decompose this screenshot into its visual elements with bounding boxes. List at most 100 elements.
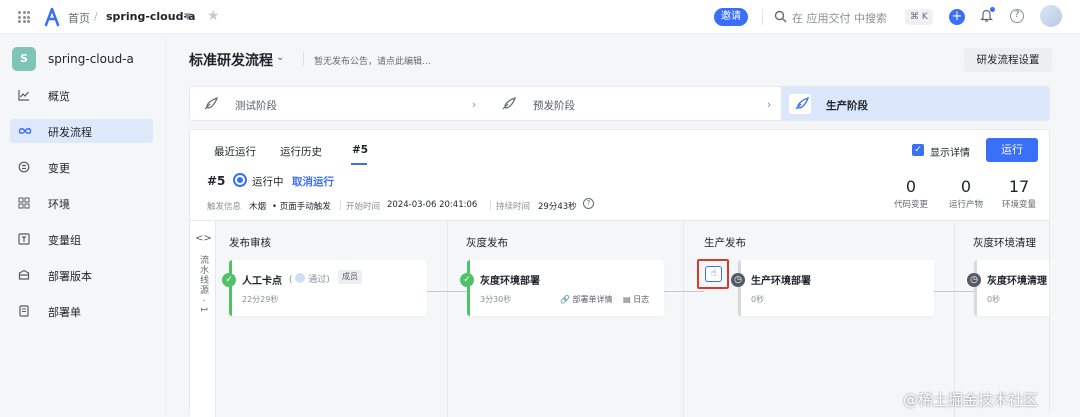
user-avatar[interactable] bbox=[1040, 5, 1062, 27]
tab-indicator bbox=[351, 163, 367, 165]
project-dropdown-icon[interactable]: ▼ bbox=[184, 12, 191, 22]
sidebar-item-label: 环境 bbox=[48, 198, 70, 211]
run-button[interactable]: 运行 bbox=[986, 138, 1038, 162]
deploy-order-details-link[interactable]: 🔗 部署单详情 bbox=[560, 294, 613, 305]
project-avatar[interactable]: S bbox=[12, 47, 36, 71]
column-divider bbox=[683, 221, 684, 417]
column-divider bbox=[954, 221, 955, 417]
column-header: 生产发布 bbox=[704, 237, 746, 249]
stage-bar: 测试阶段 › 预发阶段 › 生产阶段 bbox=[189, 86, 1050, 121]
run-panel: 最近运行 运行历史 #5 ✓ 显示详情 运行 #5 运行中 取消运行 触发信息 … bbox=[189, 129, 1050, 417]
invite-button[interactable]: 邀请 bbox=[714, 8, 748, 26]
sidebar-item-environments[interactable]: 环境 bbox=[10, 191, 153, 215]
grid-icon bbox=[18, 197, 30, 209]
app-grid-icon[interactable] bbox=[18, 11, 30, 23]
chevron-down-icon[interactable]: ⌄ bbox=[276, 52, 284, 63]
stat-artifacts-label: 运行产物 bbox=[948, 200, 983, 210]
watermark: @稀土掘金技术社区 bbox=[903, 391, 1039, 409]
cancel-run-link[interactable]: 取消运行 bbox=[292, 174, 334, 189]
duration-value: 29分43秒 bbox=[538, 202, 577, 212]
sidebar-item-variable-groups[interactable]: 变量组 bbox=[10, 227, 153, 251]
sidebar-item-overview[interactable]: 概览 bbox=[10, 83, 153, 107]
show-details-label[interactable]: 显示详情 bbox=[930, 144, 970, 159]
page-title[interactable]: 标准研发流程 bbox=[189, 50, 273, 70]
show-details-checkbox[interactable]: ✓ bbox=[912, 144, 924, 156]
job-duration: 0秒 bbox=[987, 295, 1001, 304]
run-status: 运行中 bbox=[252, 176, 284, 188]
chevron-right-icon: › bbox=[767, 98, 772, 111]
sidebar-item-deploy-versions[interactable]: 部署版本 bbox=[10, 263, 153, 287]
document-icon bbox=[19, 305, 29, 317]
sidebar-item-label: 变量组 bbox=[48, 234, 81, 247]
breadcrumb-separator: / bbox=[94, 10, 98, 23]
search-input[interactable]: 在 应用交付 中搜索 bbox=[792, 10, 887, 26]
project-name[interactable]: spring-cloud-a bbox=[48, 52, 134, 66]
member-tag: 成员 bbox=[338, 270, 362, 284]
sidebar-item-changes[interactable]: 变更 bbox=[10, 155, 153, 179]
job-duration: 22分29秒 bbox=[242, 295, 279, 304]
pipeline-source-label[interactable]: 流水线源 · 1 bbox=[197, 255, 210, 313]
job-name: 人工卡点 bbox=[242, 276, 282, 287]
running-status-icon bbox=[233, 173, 247, 187]
status-bar bbox=[467, 260, 470, 316]
stage-prod[interactable]: 生产阶段 bbox=[781, 87, 1049, 120]
breadcrumb-project[interactable]: spring-cloud-a bbox=[106, 10, 195, 23]
favorite-star-icon[interactable]: ★ bbox=[207, 8, 220, 24]
job-card-gray-deploy[interactable]: ✓ 灰度环境部署 3分30秒 🔗 部署单详情 ▤ 日志 bbox=[460, 260, 664, 316]
connector-line bbox=[427, 291, 467, 292]
start-time-label: 开始时间 bbox=[346, 202, 381, 212]
tab-run-5[interactable]: #5 bbox=[352, 144, 368, 156]
notification-badge bbox=[990, 7, 995, 12]
sidebar-item-label: 概览 bbox=[48, 90, 70, 103]
stage-label: 预发阶段 bbox=[533, 100, 575, 112]
sidebar-item-dev-flow[interactable]: 研发流程 bbox=[10, 119, 153, 143]
job-duration: 0秒 bbox=[751, 295, 765, 304]
success-check-icon: ✓ bbox=[460, 273, 474, 287]
create-button[interactable]: + bbox=[949, 9, 965, 25]
chevron-right-icon: › bbox=[472, 98, 477, 111]
approval-status: ( 通过) bbox=[289, 273, 330, 285]
success-check-icon: ✓ bbox=[222, 273, 236, 287]
breadcrumb-home[interactable]: 首页 bbox=[68, 10, 90, 26]
package-icon bbox=[18, 269, 30, 280]
tab-recent-runs[interactable]: 最近运行 bbox=[214, 144, 256, 159]
announcement-text[interactable]: 暂无发布公告，请点此编辑... bbox=[314, 54, 431, 67]
logo-icon[interactable] bbox=[44, 7, 60, 27]
help-icon[interactable]: ? bbox=[1010, 9, 1024, 23]
sidebar-item-label: 变更 bbox=[48, 162, 70, 175]
connector-line bbox=[934, 291, 974, 292]
stat-env-vars-value[interactable]: 17 bbox=[994, 177, 1044, 196]
tab-run-history[interactable]: 运行历史 bbox=[280, 144, 322, 159]
divider bbox=[340, 200, 341, 210]
status-bar bbox=[229, 260, 232, 316]
stat-artifacts-value[interactable]: 0 bbox=[941, 177, 991, 196]
trigger-type: • 页面手动触发 bbox=[272, 202, 331, 212]
manual-trigger-hand-icon[interactable]: ☝ bbox=[705, 266, 722, 282]
approver-avatar bbox=[295, 273, 306, 283]
start-time-value: 2024-03-06 20:41:06 bbox=[387, 200, 478, 210]
search-icon[interactable] bbox=[774, 10, 787, 23]
collapse-toggle-icon[interactable]: <> bbox=[195, 233, 212, 244]
stage-pre[interactable]: 预发阶段 bbox=[488, 87, 773, 120]
log-link[interactable]: ▤ 日志 bbox=[623, 294, 649, 305]
connector-line bbox=[664, 291, 704, 292]
waiting-clock-icon: ◷ bbox=[967, 273, 981, 287]
search-shortcut: ⌘ K bbox=[905, 9, 933, 25]
stat-code-changes-value[interactable]: 0 bbox=[886, 177, 936, 196]
flow-settings-button[interactable]: 研发流程设置 bbox=[964, 48, 1052, 72]
sidebar: S spring-cloud-a 概览 研发流程 变更 环境 变量组 部署版本 … bbox=[0, 35, 166, 416]
job-name: 灰度环境清理 bbox=[987, 276, 1047, 287]
waiting-clock-icon: ◷ bbox=[731, 273, 745, 287]
stage-test[interactable]: 测试阶段 bbox=[190, 87, 480, 120]
info-icon[interactable]: ? bbox=[583, 198, 594, 209]
job-card-prod-deploy[interactable]: ◷ 生产环境部署 0秒 bbox=[731, 260, 934, 316]
job-card-manual-gate[interactable]: ✓ 人工卡点 ( 通过) 成员 22分29秒 bbox=[222, 260, 427, 316]
job-card-gray-cleanup[interactable]: ◷ 灰度环境清理 0秒 bbox=[967, 260, 1049, 316]
duration-label: 持续时间 bbox=[496, 202, 531, 212]
pipeline-canvas: <> 流水线源 · 1 发布审核 灰度发布 生产发布 灰度环境清理 ✓ 人工卡点… bbox=[190, 220, 1049, 417]
change-icon bbox=[18, 161, 30, 173]
sidebar-item-label: 部署版本 bbox=[48, 270, 92, 283]
sidebar-item-deploy-orders[interactable]: 部署单 bbox=[10, 299, 153, 323]
column-header: 发布审核 bbox=[229, 237, 271, 249]
pipeline-source-column: <> 流水线源 · 1 bbox=[190, 221, 216, 417]
